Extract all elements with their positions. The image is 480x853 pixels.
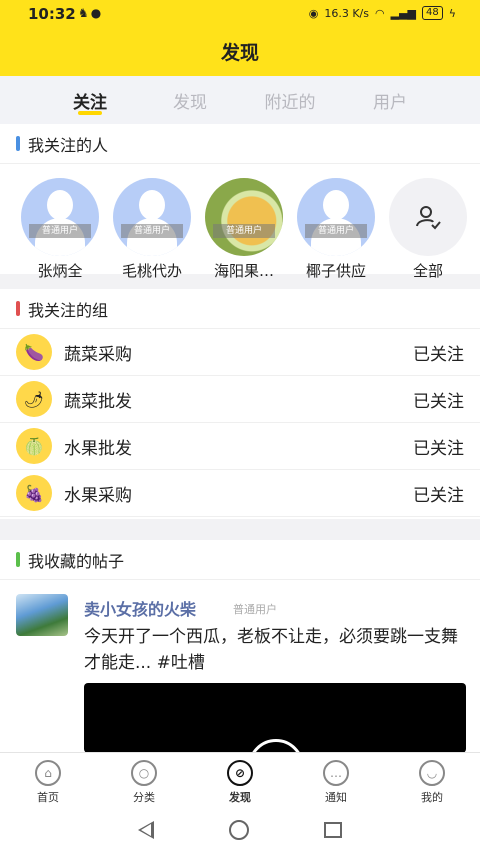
nav-category[interactable]: ○ 分类 <box>96 753 192 807</box>
nav-discover[interactable]: ⊘ 发现 <box>192 753 288 807</box>
section-accent-bar <box>16 301 20 316</box>
system-nav-bar <box>0 807 480 853</box>
profile-icon: ◡ <box>419 760 445 786</box>
tab-label: 发现 <box>173 93 207 113</box>
home-circle-icon[interactable] <box>228 820 249 840</box>
followed-groups-section: 我关注的组 🍆 蔬菜采购 已关注 🌶 蔬菜批发 已关注 🍈 水果批发 已关注 🍇… <box>0 289 480 519</box>
avatar: 普通用户 <box>113 178 191 256</box>
status-bar: 10:32 ♞● ◉ 16.3 K/s ◠ ▂▄▆ 48 ϟ <box>0 0 480 28</box>
post-video[interactable] <box>84 683 466 752</box>
list-item[interactable]: 🍇 水果采购 已关注 <box>0 470 480 517</box>
tab-bar: 关注 发现 附近的 用户 <box>0 76 480 124</box>
person-name: 毛桃代办 <box>121 262 182 280</box>
section-header: 我关注的人 <box>0 124 480 164</box>
group-name: 水果采购 <box>64 485 132 506</box>
fruit-icon: 🍈 <box>16 428 52 464</box>
person-item[interactable]: 普通用户 海阳果… <box>198 178 290 280</box>
active-tab-indicator <box>78 111 102 115</box>
category-icon: ○ <box>131 760 157 786</box>
grape-icon: 🍇 <box>16 475 52 511</box>
post-item[interactable]: 卖小女孩的火柴 普通用户 今天开了一个西瓜，老板不让走，必须要跳一支舞才能走..… <box>0 580 480 752</box>
person-name: 海阳果… <box>213 262 274 280</box>
wifi-icon: ◠ <box>375 6 385 20</box>
nav-label: 首页 <box>37 791 59 804</box>
tab-label: 用户 <box>373 93 407 113</box>
follow-status-button[interactable]: 已关注 <box>413 481 464 506</box>
user-tag: 普通用户 <box>305 224 367 238</box>
user-tag: 普通用户 <box>121 224 183 238</box>
back-icon[interactable] <box>137 821 154 839</box>
status-right: ◉ 16.3 K/s ◠ ▂▄▆ 48 ϟ <box>309 6 456 20</box>
person-name: 张炳全 <box>37 262 83 280</box>
followed-people-section: 我关注的人 普通用户 张炳全 普通用户 毛桃代办 普通用户 海阳果… 普通用户 … <box>0 124 480 280</box>
nav-label: 发现 <box>229 791 251 804</box>
tab-users[interactable]: 用户 <box>355 76 425 124</box>
list-item[interactable]: 🌶 蔬菜批发 已关注 <box>0 376 480 423</box>
pepper-icon: 🌶 <box>16 381 52 417</box>
person-item[interactable]: 普通用户 椰子供应 <box>290 178 382 280</box>
group-name: 水果批发 <box>64 438 132 459</box>
tab-label: 附近的 <box>264 93 316 113</box>
post-text: 今天开了一个西瓜，老板不让走，必须要跳一支舞才能走... #吐槽 <box>84 627 458 673</box>
section-title: 我关注的人 <box>28 135 109 155</box>
people-list: 普通用户 张炳全 普通用户 毛桃代办 普通用户 海阳果… 普通用户 椰子供应 全… <box>0 164 480 280</box>
play-icon[interactable] <box>248 739 304 752</box>
nav-home[interactable]: ⌂ 首页 <box>0 753 96 807</box>
home-icon: ⌂ <box>35 760 61 786</box>
top-bar: 10:32 ♞● ◉ 16.3 K/s ◠ ▂▄▆ 48 ϟ 发现 <box>0 0 480 76</box>
author-avatar[interactable] <box>16 594 68 636</box>
avatar: 普通用户 <box>21 178 99 256</box>
section-title: 我关注的组 <box>28 300 109 320</box>
user-tag: 普通用户 <box>29 224 91 238</box>
nav-label: 分类 <box>133 791 155 804</box>
page-title: 发现 <box>220 42 259 64</box>
group-name: 蔬菜采购 <box>64 344 132 365</box>
post-author[interactable]: 卖小女孩的火柴 <box>84 596 196 620</box>
message-icon: … <box>323 760 349 786</box>
section-accent-bar <box>16 552 20 567</box>
tab-following[interactable]: 关注 <box>55 76 125 124</box>
tab-nearby[interactable]: 附近的 <box>255 76 325 124</box>
user-tag: 普通用户 <box>213 224 275 238</box>
group-name: 蔬菜批发 <box>64 391 132 412</box>
tab-discover[interactable]: 发现 <box>155 76 225 124</box>
tab-label: 关注 <box>73 93 107 113</box>
person-item[interactable]: 普通用户 毛桃代办 <box>106 178 198 280</box>
recent-apps-icon[interactable] <box>324 822 343 838</box>
bottom-nav: ⌂ 首页 ○ 分类 ⊘ 发现 … 通知 ◡ 我的 <box>0 752 480 807</box>
section-header: 我关注的组 <box>0 289 480 329</box>
compass-icon: ⊘ <box>227 760 253 786</box>
author-role: 普通用户 <box>233 603 277 616</box>
all-people-button[interactable]: 全部 <box>382 178 474 280</box>
network-speed: 16.3 K/s <box>324 6 369 20</box>
notification-icons: ♞● <box>78 6 104 20</box>
person-item[interactable]: 普通用户 张炳全 <box>14 178 106 280</box>
eggplant-icon: 🍆 <box>16 334 52 370</box>
nav-profile[interactable]: ◡ 我的 <box>384 753 480 807</box>
section-accent-bar <box>16 136 20 151</box>
section-header: 我收藏的帖子 <box>0 540 480 580</box>
user-check-icon <box>416 206 441 230</box>
follow-status-button[interactable]: 已关注 <box>413 387 464 412</box>
section-title: 我收藏的帖子 <box>28 551 125 571</box>
signal-icon: ▂▄▆ <box>390 6 416 20</box>
avatar: 普通用户 <box>205 178 283 256</box>
follow-status-button[interactable]: 已关注 <box>413 434 464 459</box>
nav-label: 我的 <box>421 791 443 804</box>
avatar: 普通用户 <box>297 178 375 256</box>
follow-status-button[interactable]: 已关注 <box>413 340 464 365</box>
person-name: 椰子供应 <box>305 262 366 280</box>
all-label: 全部 <box>412 262 443 280</box>
saved-posts-section: 我收藏的帖子 卖小女孩的火柴 普通用户 今天开了一个西瓜，老板不让走，必须要跳一… <box>0 540 480 752</box>
nav-notifications[interactable]: … 通知 <box>288 753 384 807</box>
status-time: 10:32 <box>28 5 76 23</box>
nav-label: 通知 <box>325 791 347 804</box>
list-item[interactable]: 🍆 蔬菜采购 已关注 <box>0 329 480 376</box>
charging-icon: ϟ <box>448 6 456 20</box>
eye-icon: ◉ <box>308 6 319 20</box>
battery-level: 48 <box>422 6 443 20</box>
list-item[interactable]: 🍈 水果批发 已关注 <box>0 423 480 470</box>
